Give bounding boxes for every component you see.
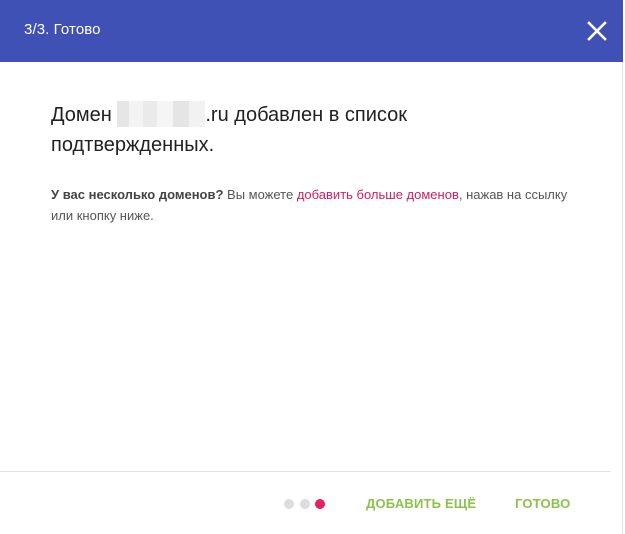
footer-divider	[0, 471, 611, 472]
step-dot-2	[300, 499, 310, 509]
dialog-title: 3/3. Готово	[24, 21, 101, 38]
info-before-link: Вы можете	[223, 187, 297, 202]
step-dot-3-active	[315, 499, 325, 509]
info-text: У вас несколько доменов? Вы можете добав…	[51, 184, 581, 226]
dialog: 3/3. Готово Домен .ru добавлен в список …	[0, 0, 623, 534]
step-dot-1	[284, 499, 294, 509]
done-button[interactable]: ГОТОВО	[515, 494, 570, 514]
close-icon	[587, 21, 607, 41]
add-more-domains-link[interactable]: добавить больше доменов	[297, 187, 459, 202]
message-prefix: Домен	[51, 104, 118, 126]
redacted-domain	[117, 101, 206, 127]
add-more-button[interactable]: ДОБАВИТЬ ЕЩЁ	[366, 494, 476, 514]
confirmation-message: Домен .ru добавлен в список подтвержденн…	[51, 100, 551, 160]
dialog-header: 3/3. Готово	[0, 0, 623, 62]
info-bold: У вас несколько доменов?	[51, 187, 224, 202]
close-button[interactable]	[585, 19, 609, 43]
